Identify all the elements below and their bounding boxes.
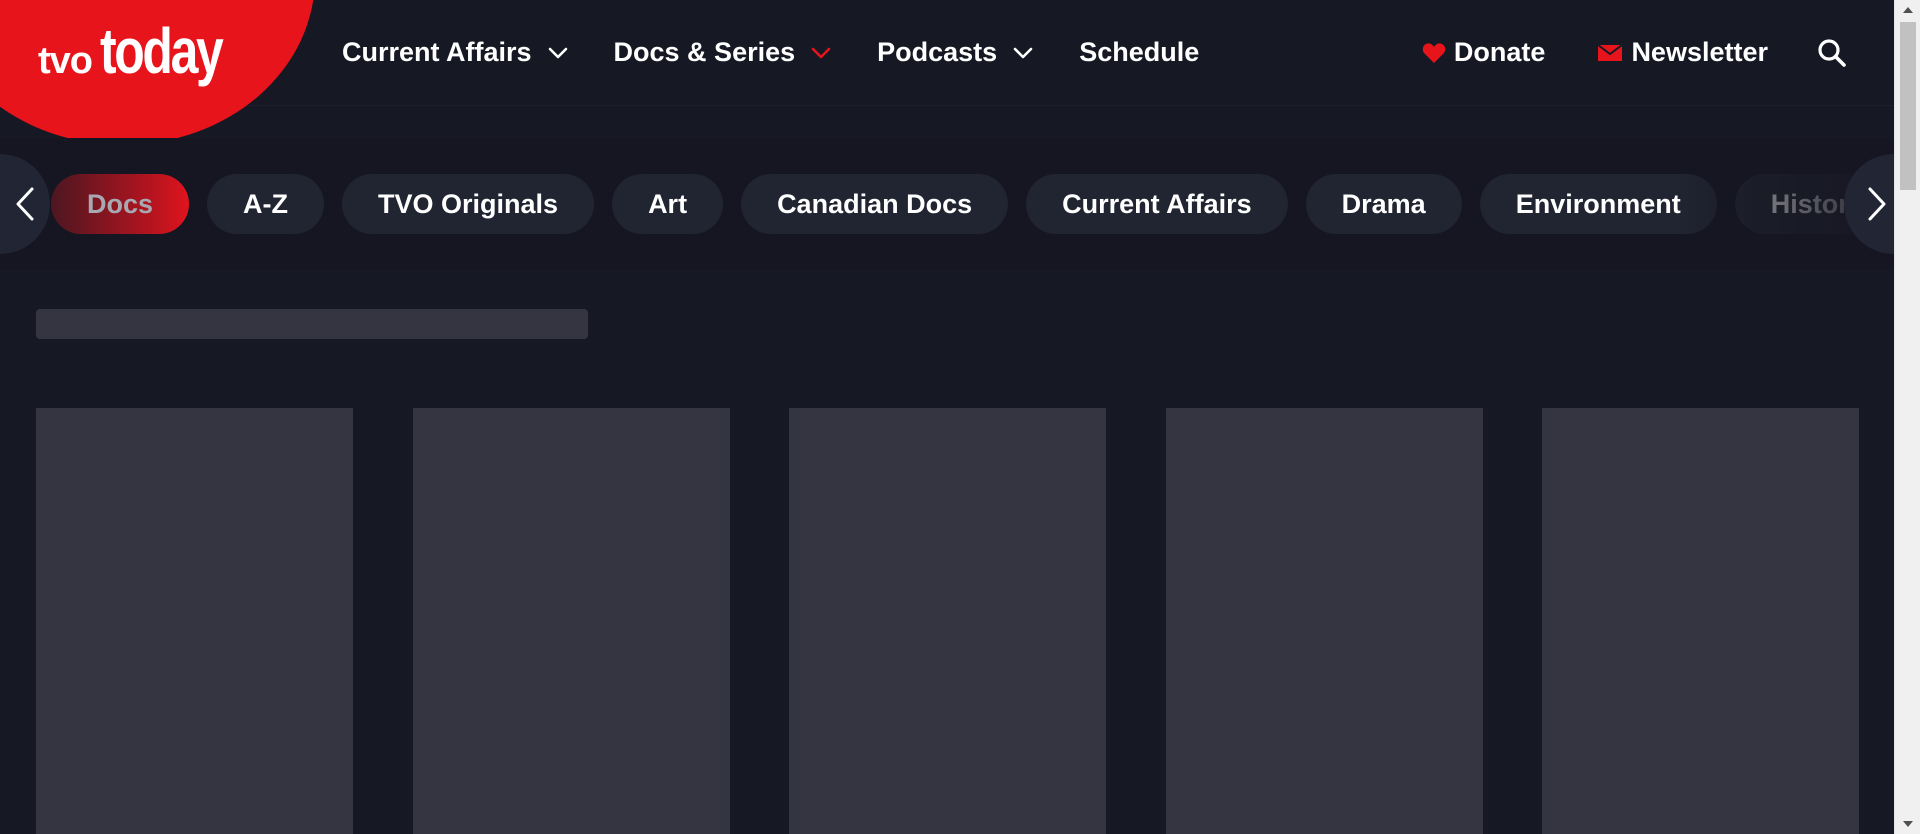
chevron-left-icon bbox=[16, 187, 34, 221]
search-button[interactable] bbox=[1816, 37, 1848, 69]
skeleton-card bbox=[36, 408, 353, 834]
donate-label: Donate bbox=[1453, 37, 1546, 67]
nav-label: Current Affairs bbox=[342, 37, 532, 67]
skeleton-card bbox=[1542, 408, 1859, 834]
logo-today-text: today bbox=[100, 15, 224, 87]
donate-link[interactable]: Donate bbox=[1422, 37, 1546, 68]
chevron-down-icon bbox=[811, 47, 831, 58]
heart-icon bbox=[1422, 42, 1446, 63]
site-header: tvo today Current Affairs Docs & Series … bbox=[0, 0, 1895, 145]
chip-tvo-originals[interactable]: TVO Originals bbox=[342, 174, 595, 234]
nav-podcasts[interactable]: Podcasts bbox=[877, 37, 1033, 68]
scroll-up-arrow-icon[interactable] bbox=[1895, 0, 1920, 20]
skeleton-card bbox=[1165, 408, 1483, 834]
skeleton-card bbox=[789, 408, 1106, 834]
chip-a-z[interactable]: A-Z bbox=[207, 174, 325, 234]
scroll-down-arrow-icon[interactable] bbox=[1895, 814, 1920, 834]
newsletter-label: Newsletter bbox=[1631, 37, 1768, 67]
skeleton-heading-placeholder bbox=[36, 309, 588, 339]
chip-environment[interactable]: Environment bbox=[1479, 174, 1717, 234]
chip-art[interactable]: Art bbox=[612, 174, 724, 234]
category-strip: Docs A-Z TVO Originals Art Canadian Docs… bbox=[0, 138, 1920, 270]
newsletter-link[interactable]: Newsletter bbox=[1597, 37, 1768, 68]
scroll-left-button[interactable] bbox=[0, 154, 50, 254]
tvo-today-logo[interactable]: tvo today bbox=[38, 14, 256, 88]
envelope-icon bbox=[1597, 43, 1624, 61]
nav-label: Schedule bbox=[1079, 37, 1200, 67]
utility-nav: Donate Newsletter bbox=[1370, 0, 1848, 105]
nav-docs-series[interactable]: Docs & Series bbox=[614, 37, 832, 68]
chip-history[interactable]: History bbox=[1734, 174, 1851, 234]
logo-tvo-text: tvo bbox=[38, 40, 93, 82]
nav-schedule[interactable]: Schedule bbox=[1079, 37, 1199, 68]
chevron-down-icon bbox=[1013, 47, 1033, 58]
chip-docs[interactable]: Docs bbox=[51, 174, 190, 234]
search-icon bbox=[1818, 38, 1846, 67]
chip-current-affairs[interactable]: Current Affairs bbox=[1026, 174, 1288, 234]
page: tvo today Current Affairs Docs & Series … bbox=[0, 0, 1920, 834]
chevron-down-icon bbox=[548, 47, 567, 58]
chip-canadian-docs[interactable]: Canadian Docs bbox=[741, 174, 1009, 234]
scrollbar-thumb[interactable] bbox=[1900, 22, 1916, 190]
main-nav: Current Affairs Docs & Series Podcasts S… bbox=[342, 0, 1245, 105]
page-scrollbar[interactable] bbox=[1894, 0, 1920, 834]
skeleton-card bbox=[412, 408, 730, 834]
nav-label: Podcasts bbox=[877, 37, 998, 67]
skeleton-card-row bbox=[36, 408, 1859, 834]
nav-current-affairs[interactable]: Current Affairs bbox=[342, 37, 568, 68]
chevron-right-icon bbox=[1868, 187, 1886, 221]
category-chip-row: Docs A-Z TVO Originals Art Canadian Docs… bbox=[51, 173, 1851, 235]
chip-drama[interactable]: Drama bbox=[1305, 174, 1462, 234]
nav-label: Docs & Series bbox=[613, 37, 796, 67]
